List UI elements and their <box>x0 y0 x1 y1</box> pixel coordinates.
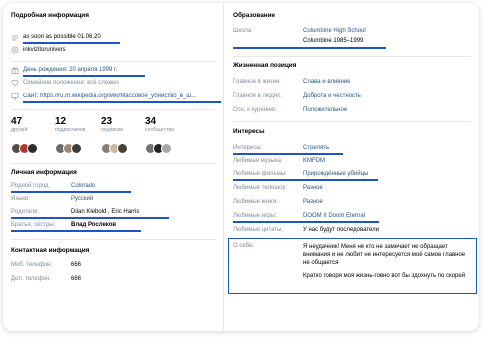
extra-phone-label: Доп. телефон: <box>11 276 51 282</box>
parents-value[interactable]: Dilan Klebold , Eric Harris <box>71 209 139 215</box>
monitor-icon <box>11 92 19 100</box>
divider <box>11 163 216 164</box>
counter-communities[interactable]: 34 сообщества <box>145 116 174 133</box>
contacts-heading: Контактная информация <box>11 247 90 254</box>
smoking-value[interactable]: Положительное <box>303 107 347 113</box>
divider <box>11 239 216 240</box>
school-underline <box>233 47 386 49</box>
games-label: Любимые игры: <box>233 213 277 219</box>
siblings-value[interactable]: Влад Рослеков <box>71 222 116 228</box>
status-link[interactable]: as soon as possible 01.06.20 <box>23 34 101 40</box>
school-name-link[interactable]: Columbine High School <box>303 28 366 34</box>
avatar <box>27 143 38 154</box>
books-label: Любимые книги: <box>233 199 279 205</box>
site-link[interactable]: Сайт: https://ru.m.wikipedia.org/wiki/Ма… <box>23 93 221 99</box>
extra-phone-value: 666 <box>71 276 82 282</box>
divider <box>11 61 216 62</box>
tvshows-value[interactable]: Разное <box>303 185 323 191</box>
personal-heading: Личная информация <box>11 169 77 176</box>
divider <box>233 56 471 57</box>
status-underline <box>23 42 120 44</box>
hometown-label: Родной город: <box>11 183 51 189</box>
hometown-value[interactable]: Colorado <box>71 183 95 189</box>
about-text-2: Кратко говоря моя жизнь-говно вот бы здо… <box>303 273 466 279</box>
nickname: inkvizitorunivers <box>23 47 66 53</box>
languages-value[interactable]: Русский <box>71 196 93 202</box>
about-text-1: Я неудачник! Меня не кто не замечает не … <box>303 244 466 266</box>
site-underline <box>23 101 221 103</box>
games-value[interactable]: DOOM II Doom Eternal <box>303 213 365 219</box>
counter-followers[interactable]: 12 подписчиков <box>55 116 85 133</box>
followers-avatars[interactable] <box>55 143 89 154</box>
details-heading: Подробная информация <box>11 12 89 19</box>
people-main-value[interactable]: Доброта и честность <box>303 93 361 99</box>
smoking-label: Отн. к курению: <box>233 107 277 113</box>
birthday-underline <box>23 75 145 77</box>
parents-underline <box>11 217 169 219</box>
quotes-value: У нас будут последователи <box>303 227 379 233</box>
left-column: Подробная информация as soon as possible… <box>3 3 224 331</box>
books-value[interactable]: Разное <box>303 199 323 205</box>
school-label: Школа: <box>233 28 253 34</box>
communities-label: сообщества <box>145 127 175 133</box>
movies-label: Любимые фильмы: <box>233 171 287 177</box>
avatar <box>71 143 82 154</box>
subscriptions-label: подписки <box>101 127 124 133</box>
interests-heading: Интересы <box>233 128 265 135</box>
movies-underline <box>233 179 378 181</box>
people-main-label: Главное в людях: <box>233 93 282 99</box>
interests-underline <box>233 153 343 155</box>
communities-avatars[interactable] <box>145 143 179 154</box>
education-heading: Образование <box>233 12 276 19</box>
friends-label: друзей <box>11 127 28 133</box>
family-status: Семейное положение: всё сложно <box>23 80 119 86</box>
school-years[interactable]: Columbine 1985–1999 <box>303 38 363 44</box>
games-underline <box>233 221 379 223</box>
life-main-value[interactable]: Слава и влияние <box>303 79 350 85</box>
followers-count: 12 <box>55 116 67 127</box>
position-heading: Жизненная позиция <box>233 62 297 69</box>
about-label: О себе: <box>233 243 254 249</box>
right-column: Образование Школа: Columbine High School… <box>225 3 479 331</box>
music-label: Любимая музыка: <box>233 158 283 164</box>
hometown-underline <box>11 191 131 193</box>
communities-count: 34 <box>145 116 157 127</box>
subscriptions-count: 23 <box>101 116 113 127</box>
siblings-underline <box>11 230 141 232</box>
movies-value[interactable]: Прирождённые убийцы <box>303 171 368 177</box>
siblings-label: Братья, сёстры: <box>11 222 56 228</box>
birthday-link[interactable]: День рождения: 20 апреля 1999 г. <box>23 67 117 73</box>
profile-details-card: Подробная информация as soon as possible… <box>3 3 479 331</box>
heart-icon <box>11 79 19 87</box>
languages-label: Языки: <box>11 196 31 202</box>
divider <box>233 121 471 122</box>
at-icon <box>11 46 19 54</box>
avatar <box>161 143 172 154</box>
counter-friends[interactable]: 47 друзей <box>11 116 28 133</box>
parents-label: Родители: <box>11 209 40 215</box>
interests-label: Интересы: <box>233 145 263 151</box>
subscriptions-avatars[interactable] <box>101 143 135 154</box>
music-value[interactable]: KMFDM <box>303 158 325 164</box>
life-main-label: Главное в жизни: <box>233 79 281 85</box>
interests-value[interactable]: Стрелять <box>303 145 329 151</box>
mobile-phone-label: Моб. телефон: <box>11 262 53 268</box>
quotes-label: Любимые цитаты: <box>233 227 284 233</box>
mobile-phone-value: 666 <box>71 262 82 268</box>
tvshows-label: Любимые телешоу: <box>233 185 288 191</box>
gift-icon <box>11 66 19 74</box>
friends-count: 47 <box>11 116 23 127</box>
divider <box>11 109 216 110</box>
status-icon <box>11 34 19 42</box>
followers-label: подписчиков <box>55 127 86 133</box>
friends-avatars[interactable] <box>11 143 45 154</box>
avatar <box>117 143 128 154</box>
counter-subscriptions[interactable]: 23 подписки <box>101 116 123 133</box>
